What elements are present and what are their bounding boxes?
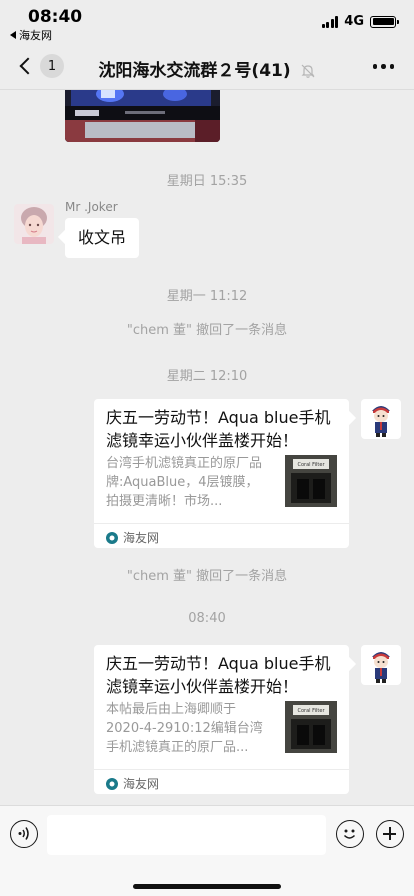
card-title: 庆五一劳动节！Aqua blue手机滤镜幸运小伙伴盖楼开始！ xyxy=(106,654,331,696)
emoji-button[interactable] xyxy=(336,820,364,848)
haiyou-logo-icon xyxy=(106,777,118,790)
filter-product-thumbnail: Coral Filter xyxy=(285,455,337,507)
card-thumbnail: Coral Filter xyxy=(285,701,337,753)
card-thumbnail: Coral Filter xyxy=(285,455,337,507)
network-type: 4G xyxy=(344,14,364,29)
sender-name: Mr .Joker xyxy=(65,200,118,214)
chat-header: 1 沈阳海水交流群２号(41) xyxy=(0,44,414,90)
card-source: 海友网 xyxy=(123,777,160,791)
link-card-message[interactable]: 庆五一劳动节！Aqua blue手机滤镜幸运小伙伴盖楼开始！ 本帖最后由上海卿顺… xyxy=(94,645,349,794)
card-source: 海友网 xyxy=(123,531,160,545)
message-text: 收文吊 xyxy=(78,228,127,247)
message-list[interactable]: 星期日 15:35 Mr .Joker 收文吊 星期一 11:12 "chem … xyxy=(0,90,414,805)
emoji-icon xyxy=(343,829,356,839)
back-triangle-icon xyxy=(10,31,16,39)
mr-joker-avatar-image xyxy=(14,204,54,244)
status-bar: 08:40 海友网 4G xyxy=(0,0,414,44)
recall-notice: "chem 董" 撤回了一条消息 xyxy=(126,323,288,338)
home-indicator[interactable] xyxy=(133,884,281,889)
filter-product-thumbnail: Coral Filter xyxy=(285,701,337,753)
card-description: 本帖最后由上海卿顺于2020-4-2910:12编辑台湾手机滤镜真正的原厂品..… xyxy=(106,702,263,755)
aquarium-photo xyxy=(65,90,220,142)
svg-text:Coral Filter: Coral Filter xyxy=(297,708,325,714)
signal-icon xyxy=(321,15,339,28)
recall-notice: "chem 董" 撤回了一条消息 xyxy=(126,569,288,584)
link-card-message[interactable]: 庆五一劳动节！Aqua blue手机滤镜幸运小伙伴盖楼开始！ 台湾手机滤镜真正的… xyxy=(94,399,349,548)
timestamp-monday: 星期一 11:12 xyxy=(166,289,248,304)
timestamp-tuesday: 星期二 12:10 xyxy=(166,369,248,384)
aquarium-photo-message[interactable] xyxy=(65,90,220,142)
more-options-button[interactable] xyxy=(372,64,394,69)
self-avatar-image xyxy=(361,645,401,685)
back-app-name: 海友网 xyxy=(19,29,52,42)
back-to-app-link[interactable]: 海友网 xyxy=(10,27,52,43)
haiyou-logo-icon xyxy=(106,531,118,544)
status-indicators: 4G xyxy=(321,14,399,29)
voice-icon xyxy=(18,827,29,840)
chat-title-text: 沈阳海水交流群２号(41) xyxy=(98,61,291,81)
status-time: 08:40 xyxy=(28,7,83,27)
card-footer: 海友网 xyxy=(94,523,349,551)
voice-input-button[interactable] xyxy=(10,820,38,848)
message-input[interactable] xyxy=(47,815,326,855)
avatar-self[interactable] xyxy=(361,645,401,685)
input-bar xyxy=(0,805,414,896)
self-avatar-image xyxy=(361,399,401,439)
chat-title: 沈阳海水交流群２号(41) xyxy=(0,56,414,81)
message-bubble[interactable]: 收文吊 xyxy=(65,218,140,258)
avatar-mr-joker[interactable] xyxy=(14,204,54,244)
battery-icon xyxy=(370,15,399,28)
mute-bell-icon xyxy=(301,64,315,78)
timestamp-now: 08:40 xyxy=(188,611,226,626)
card-title: 庆五一劳动节！Aqua blue手机滤镜幸运小伙伴盖楼开始！ xyxy=(106,408,331,450)
card-footer: 海友网 xyxy=(94,769,349,797)
card-description: 台湾手机滤镜真正的原厂品牌:AquaBlue，4层镀膜，拍摄更清晰！市场... xyxy=(106,456,263,509)
timestamp-sunday: 星期日 15:35 xyxy=(166,174,248,189)
avatar-self[interactable] xyxy=(361,399,401,439)
more-actions-plus-button[interactable] xyxy=(376,820,404,848)
svg-text:Coral Filter: Coral Filter xyxy=(297,462,325,468)
